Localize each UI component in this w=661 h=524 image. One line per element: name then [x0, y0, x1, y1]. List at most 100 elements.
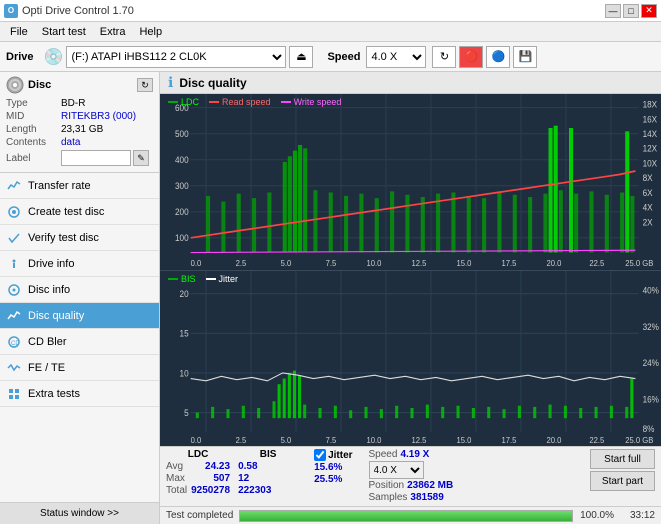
jitter-max-val: 25.5% [314, 474, 342, 485]
sidebar-item-drive-info[interactable]: Drive info [0, 251, 159, 277]
svg-text:7.5: 7.5 [326, 435, 337, 444]
disc-label-label: Label [6, 153, 61, 164]
start-full-button[interactable]: Start full [590, 449, 655, 469]
ldc-avg-row: Avg 24.23 [166, 461, 230, 472]
svg-text:10.0: 10.0 [367, 259, 382, 268]
samples-label: Samples [369, 492, 408, 503]
sidebar-item-transfer-rate[interactable]: Transfer rate [0, 173, 159, 199]
svg-text:7.5: 7.5 [326, 259, 337, 268]
svg-text:15.0: 15.0 [457, 435, 472, 444]
disc-info-label: Disc info [28, 284, 70, 296]
status-window-button[interactable]: Status window >> [0, 502, 159, 524]
menu-extra[interactable]: Extra [94, 25, 132, 39]
extra-tests-label: Extra tests [28, 388, 80, 400]
svg-text:12.5: 12.5 [412, 435, 427, 444]
speed-val: 4.19 X [400, 449, 429, 460]
svg-text:17.5: 17.5 [501, 435, 516, 444]
menu-start-test[interactable]: Start test [36, 25, 92, 39]
transfer-rate-icon [6, 178, 22, 194]
svg-text:10X: 10X [643, 158, 658, 168]
legend-jitter-dot [206, 278, 216, 280]
svg-text:24%: 24% [643, 357, 660, 367]
close-button[interactable]: ✕ [641, 4, 657, 18]
bis-avg-val: 0.58 [238, 461, 257, 472]
position-row: Position 23862 MB [369, 480, 454, 491]
progress-bar-fill [240, 511, 572, 521]
svg-text:16%: 16% [643, 393, 660, 403]
sidebar-item-extra-tests[interactable]: Extra tests [0, 381, 159, 407]
bis-max-row: 12 [238, 473, 298, 484]
progress-percent: 100.0% [579, 510, 614, 521]
nav-items: Transfer rate Create test disc Verify te… [0, 173, 159, 502]
jitter-section: Jitter 15.6% 25.5% [314, 449, 352, 485]
verify-test-disc-label: Verify test disc [28, 232, 99, 244]
speed-row: Speed 4.19 X [369, 449, 454, 460]
svg-text:100: 100 [175, 233, 189, 243]
samples-row: Samples 381589 [369, 492, 454, 503]
svg-text:10.0: 10.0 [367, 435, 382, 444]
disc-contents-value[interactable]: data [61, 137, 80, 148]
disc-label-input[interactable] [61, 150, 131, 166]
jitter-checkbox[interactable] [314, 449, 326, 461]
speed-icon2[interactable]: 🔴 [459, 46, 483, 68]
drive-label: Drive [6, 51, 34, 63]
ldc-total-row: Total 9250278 [166, 485, 230, 496]
svg-text:20.0: 20.0 [546, 435, 561, 444]
svg-text:15: 15 [180, 328, 189, 338]
maximize-button[interactable]: □ [623, 4, 639, 18]
disc-length-label: Length [6, 124, 61, 135]
speed-label: Speed [327, 51, 360, 63]
action-buttons: Start full Start part [590, 449, 655, 491]
ldc-header: LDC [166, 449, 230, 460]
sidebar-item-verify-test-disc[interactable]: Verify test disc [0, 225, 159, 251]
drive-select[interactable]: (F:) ATAPI iHBS112 2 CL0K [66, 46, 286, 68]
ldc-stats: LDC Avg 24.23 Max 507 Total 9250278 [166, 449, 230, 496]
svg-text:500: 500 [175, 129, 189, 139]
legend-bis-label: BIS [181, 274, 196, 284]
chart-top: LDC Read speed Write speed [160, 94, 661, 271]
speed-icon3[interactable]: 🔵 [486, 46, 510, 68]
speed-select-stat[interactable]: 4.0 X [369, 461, 424, 479]
legend-ldc-label: LDC [181, 97, 199, 107]
disc-refresh-button[interactable]: ↻ [137, 78, 153, 92]
speed-save-button[interactable]: 💾 [513, 46, 537, 68]
bis-max-val: 12 [238, 473, 249, 484]
bis-header: BIS [238, 449, 298, 460]
ldc-total-val: 9250278 [191, 485, 230, 496]
cd-bler-label: CD Bler [28, 336, 67, 348]
sidebar-item-cd-bler[interactable]: CD CD Bler [0, 329, 159, 355]
eject-button[interactable]: ⏏ [289, 46, 313, 68]
extra-tests-icon [6, 386, 22, 402]
disc-quality-icon [6, 308, 22, 324]
sidebar-item-disc-info[interactable]: Disc info [0, 277, 159, 303]
svg-text:0.0: 0.0 [191, 259, 202, 268]
legend-ldc-dot [168, 101, 178, 103]
chart-top-svg: 600 500 400 300 200 100 18X 16X 14X 12X … [160, 94, 661, 270]
svg-text:200: 200 [175, 207, 189, 217]
sidebar-item-create-test-disc[interactable]: Create test disc [0, 199, 159, 225]
disc-label-set-button[interactable]: ✎ [133, 150, 149, 166]
start-part-button[interactable]: Start part [590, 471, 655, 491]
svg-text:6X: 6X [643, 188, 653, 198]
transfer-rate-label: Transfer rate [28, 180, 91, 192]
sidebar-item-fe-te[interactable]: FE / TE [0, 355, 159, 381]
menu-file[interactable]: File [4, 25, 34, 39]
bis-stats: BIS 0.58 12 222303 [238, 449, 298, 496]
svg-text:18X: 18X [643, 99, 658, 109]
sidebar-item-disc-quality[interactable]: Disc quality [0, 303, 159, 329]
disc-mid-row: MID RITEKBR3 (000) [6, 111, 153, 122]
disc-contents-row: Contents data [6, 137, 153, 148]
menu-help[interactable]: Help [133, 25, 168, 39]
progress-time: 33:12 [620, 510, 655, 521]
svg-text:12.5: 12.5 [412, 259, 427, 268]
content-area: ℹ Disc quality LDC Read speed [160, 72, 661, 524]
avg-label: Avg [166, 461, 183, 472]
speed-select[interactable]: 4.0 X [366, 46, 426, 68]
disc-type-row: Type BD-R [6, 98, 153, 109]
disc-length-value: 23,31 GB [61, 124, 103, 135]
svg-text:5.0: 5.0 [281, 259, 292, 268]
speed-refresh-button[interactable]: ↻ [432, 46, 456, 68]
chart-bottom-legend: BIS Jitter [168, 274, 238, 284]
progress-bar [239, 510, 573, 522]
minimize-button[interactable]: — [605, 4, 621, 18]
